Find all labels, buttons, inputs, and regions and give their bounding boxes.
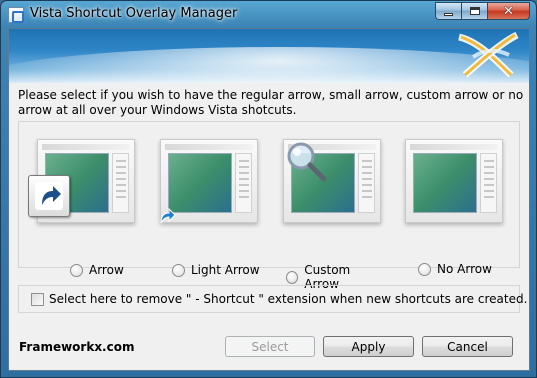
remove-extension-label[interactable]: Select here to remove " - Shortcut " ext… <box>49 292 527 306</box>
maximize-button[interactable] <box>461 2 487 20</box>
close-button[interactable]: ✕ <box>487 2 530 20</box>
minimize-icon <box>444 12 453 16</box>
magnifier-icon <box>287 142 327 182</box>
minimize-button[interactable] <box>435 2 461 20</box>
remove-extension-group: Select here to remove " - Shortcut " ext… <box>18 285 527 313</box>
radio-light-arrow[interactable] <box>172 263 185 277</box>
preview-sidebar <box>235 153 252 213</box>
radio-arrow-label[interactable]: Arrow <box>89 263 124 277</box>
frameworkx-logo-icon <box>458 31 519 78</box>
preview-frame <box>410 144 498 150</box>
small-arrow-icon <box>158 206 178 226</box>
close-icon: ✕ <box>503 3 514 19</box>
banner-wave <box>9 47 529 83</box>
caption-buttons: ✕ <box>435 2 530 21</box>
window-title: Vista Shortcut Overlay Manager <box>30 6 238 21</box>
app-window: Vista Shortcut Overlay Manager ✕ Please … <box>0 0 537 378</box>
remove-extension-checkbox[interactable] <box>31 293 44 306</box>
maximize-icon <box>469 7 480 15</box>
preview-pane <box>168 153 232 213</box>
radio-light-arrow-label[interactable]: Light Arrow <box>191 263 260 277</box>
preview-custom-arrow <box>283 139 381 223</box>
option-custom-arrow: Custom Arrow <box>283 122 383 291</box>
preview-no-arrow <box>405 139 503 223</box>
radio-no-arrow-label[interactable]: No Arrow <box>437 262 492 276</box>
radio-no-arrow[interactable] <box>418 262 431 276</box>
cancel-button[interactable]: Cancel <box>422 336 513 357</box>
brand-text: Frameworkx.com <box>19 340 135 354</box>
apply-button[interactable]: Apply <box>323 336 414 357</box>
shortcut-arrow-icon <box>28 175 70 217</box>
app-icon[interactable] <box>8 7 24 23</box>
title-bar[interactable]: Vista Shortcut Overlay Manager ✕ <box>1 1 536 28</box>
arrow-options-group: Arrow Light Arrow Custom Arrow No Arrow <box>18 121 520 291</box>
preview-sidebar <box>480 153 497 213</box>
radio-custom-arrow[interactable] <box>286 270 299 284</box>
preview-arrow <box>28 139 135 223</box>
radio-light-arrow-row[interactable]: Light Arrow <box>172 263 260 277</box>
preview-sidebar <box>112 153 129 213</box>
option-no-arrow: No Arrow <box>405 122 505 276</box>
instructions-text: Please select if you wish to have the re… <box>18 88 524 117</box>
radio-no-arrow-row[interactable]: No Arrow <box>418 262 492 276</box>
preview-frame <box>42 144 130 150</box>
preview-sidebar <box>358 153 375 213</box>
option-light-arrow: Light Arrow <box>158 122 260 277</box>
radio-arrow-row[interactable]: Arrow <box>70 263 124 277</box>
preview-light-arrow <box>158 139 258 226</box>
header-banner <box>9 29 529 83</box>
select-button[interactable]: Select <box>225 336 315 357</box>
radio-arrow[interactable] <box>70 263 83 277</box>
preview-pane <box>413 153 477 213</box>
option-arrow: Arrow <box>28 122 137 277</box>
dialog-client: Please select if you wish to have the re… <box>8 28 530 371</box>
preview-frame <box>165 144 253 150</box>
